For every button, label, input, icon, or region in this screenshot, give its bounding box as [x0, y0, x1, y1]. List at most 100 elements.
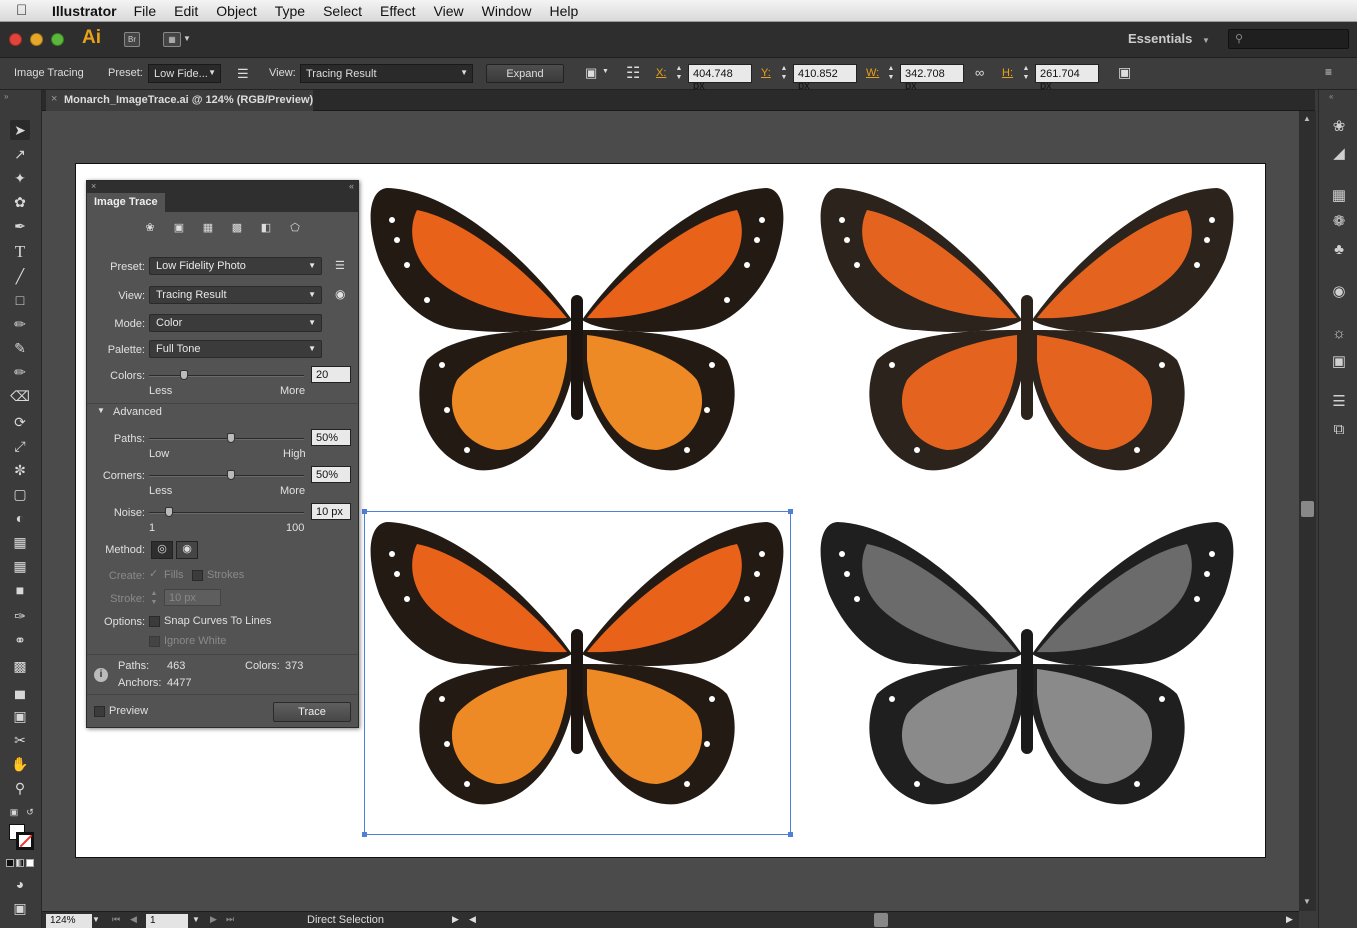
direct-selection-tool-icon[interactable]: ↗ [10, 144, 30, 164]
selection-tool-icon[interactable]: ➤ [10, 120, 30, 140]
selection-bounding-box[interactable] [362, 509, 793, 837]
scroll-up-icon[interactable]: ▲ [1303, 114, 1311, 123]
next-page-icon[interactable]: ▶ [210, 914, 217, 925]
graphic-styles-icon[interactable]: ☼ [1329, 324, 1349, 344]
swatches-icon[interactable]: ▦ [1329, 186, 1349, 206]
last-page-icon[interactable]: ⏭ [226, 914, 234, 925]
layers-icon[interactable]: ☰ [1329, 392, 1349, 412]
zoom-field[interactable]: 124% [46, 914, 92, 928]
chevron-down-icon[interactable]: ▼ [192, 915, 200, 924]
overlapping-method-icon[interactable]: ◉ [176, 541, 198, 559]
blend-tool-icon[interactable]: ⚭ [10, 630, 30, 650]
low-color-icon[interactable]: ▦ [200, 221, 216, 235]
close-tab-icon[interactable]: × [51, 93, 57, 105]
symbol-sprayer-tool-icon[interactable]: ▩ [10, 656, 30, 676]
horizontal-scroll-thumb[interactable] [874, 913, 888, 927]
brushes-icon[interactable]: ❁ [1329, 212, 1349, 232]
prev-page-icon[interactable]: ◀ [130, 914, 137, 925]
selection-handle[interactable] [362, 509, 367, 514]
chevron-down-icon[interactable]: ▼ [92, 915, 100, 924]
selection-handle[interactable] [788, 832, 793, 837]
h-field[interactable]: 261.704 px [1035, 64, 1099, 92]
x-field[interactable]: 404.748 px [688, 64, 752, 92]
page-field[interactable]: 1 [146, 914, 188, 928]
color-mode-icon[interactable] [6, 859, 14, 867]
eraser-tool-icon[interactable]: ⌫ [10, 386, 30, 406]
black-and-white-icon[interactable]: ◧ [258, 221, 274, 235]
noise-slider-knob[interactable] [164, 507, 173, 517]
noise-slider[interactable] [149, 507, 304, 517]
vertical-scrollbar[interactable]: ▲ ▼ [1299, 111, 1316, 911]
pencil-tool-icon[interactable]: ✎ [10, 338, 30, 358]
menu-object[interactable]: Object [216, 3, 256, 19]
panel-menu-icon[interactable]: ≡ [1325, 65, 1332, 79]
zoom-window-button[interactable] [51, 33, 64, 46]
collapse-panel-icon[interactable]: « [349, 181, 354, 191]
swap-colors-icon[interactable]: ↺ [20, 802, 40, 822]
paths-field[interactable]: 50% [311, 429, 351, 446]
menu-app-name[interactable]: Illustrator [52, 3, 117, 19]
menu-type[interactable]: Type [275, 3, 305, 19]
preset-list-icon[interactable]: ☰ [237, 66, 249, 82]
workspace-switcher[interactable]: Essentials ▼ [1128, 31, 1210, 46]
w-field[interactable]: 342.708 px [900, 64, 964, 92]
chevron-down-icon[interactable]: ▼ [183, 34, 191, 43]
colors-slider-knob[interactable] [180, 370, 188, 380]
magic-wand-tool-icon[interactable]: ✦ [10, 168, 30, 188]
eye-icon[interactable]: ◉ [335, 287, 345, 301]
selection-handle[interactable] [788, 509, 793, 514]
status-menu-icon[interactable]: ▶ [452, 914, 459, 925]
h-stepper[interactable]: ▲ ▼ [1021, 64, 1031, 83]
ignore-white-checkbox[interactable] [149, 636, 160, 647]
mode-dropdown[interactable]: Color ▼ [149, 314, 322, 332]
close-window-button[interactable] [9, 33, 22, 46]
menu-edit[interactable]: Edit [174, 3, 198, 19]
screen-mode-icon[interactable]: ▣ [10, 898, 30, 918]
shape-builder-tool-icon[interactable]: ◐ [10, 508, 30, 528]
scroll-left-icon[interactable]: ◀ [469, 914, 476, 925]
menu-select[interactable]: Select [323, 3, 362, 19]
menu-window[interactable]: Window [482, 3, 532, 19]
preset-dropdown[interactable]: Low Fidelity Photo ▼ [149, 257, 322, 275]
align-icon[interactable]: ▣ [585, 65, 597, 81]
hand-tool-icon[interactable]: ✋ [10, 754, 30, 774]
mesh-tool-icon[interactable]: ▦ [10, 556, 30, 576]
expand-panels-icon[interactable]: « [1329, 92, 1333, 101]
symbols-icon[interactable]: ♣ [1329, 240, 1349, 260]
manage-presets-icon[interactable]: ☰ [335, 259, 345, 272]
blob-brush-tool-icon[interactable]: ✏ [10, 362, 30, 382]
color-panel-icon[interactable]: ❀ [1329, 117, 1349, 137]
eyedropper-tool-icon[interactable]: ✑ [10, 606, 30, 626]
stroke-stepper[interactable]: ▲ ▼ [149, 589, 159, 608]
corners-slider[interactable] [149, 470, 304, 480]
paths-slider[interactable] [149, 433, 304, 443]
minimize-window-button[interactable] [30, 33, 43, 46]
panel-tab-image-trace[interactable]: Image Trace [87, 193, 165, 212]
type-tool-icon[interactable]: T [10, 242, 30, 262]
line-tool-icon[interactable]: ╱ [10, 266, 30, 286]
warp-tool-icon[interactable]: ✼ [10, 460, 30, 480]
lasso-tool-icon[interactable]: ✿ [10, 192, 30, 212]
column-graph-tool-icon[interactable]: ▄ [10, 680, 30, 700]
y-stepper[interactable]: ▲ ▼ [779, 64, 789, 83]
rotate-tool-icon[interactable]: ⟳ [10, 412, 30, 432]
transparency-icon[interactable]: ▣ [1329, 352, 1349, 372]
pen-tool-icon[interactable]: ✒ [10, 216, 30, 236]
corners-slider-knob[interactable] [226, 470, 235, 480]
appearance-icon[interactable]: ◉ [1329, 282, 1349, 302]
auto-color-icon[interactable]: ❀ [142, 221, 158, 235]
colors-slider[interactable] [149, 370, 304, 380]
menu-effect[interactable]: Effect [380, 3, 416, 19]
scale-tool-icon[interactable]: ⤢ [10, 436, 30, 456]
view-dropdown[interactable]: Tracing Result ▼ [149, 286, 322, 304]
scroll-right-icon[interactable]: ▶ [1286, 914, 1293, 925]
free-transform-tool-icon[interactable]: ▢ [10, 484, 30, 504]
scroll-thumb[interactable] [1301, 501, 1314, 517]
arrange-documents-icon[interactable]: ▦ [163, 32, 181, 47]
strokes-checkbox[interactable] [192, 570, 203, 581]
document-tab[interactable]: × Monarch_ImageTrace.ai @ 124% (RGB/Prev… [46, 90, 313, 111]
butterfly-original-photo[interactable] [367, 180, 787, 480]
selection-handle[interactable] [362, 832, 367, 837]
x-stepper[interactable]: ▲ ▼ [674, 64, 684, 83]
artboard-tool-icon[interactable]: ▣ [10, 706, 30, 726]
